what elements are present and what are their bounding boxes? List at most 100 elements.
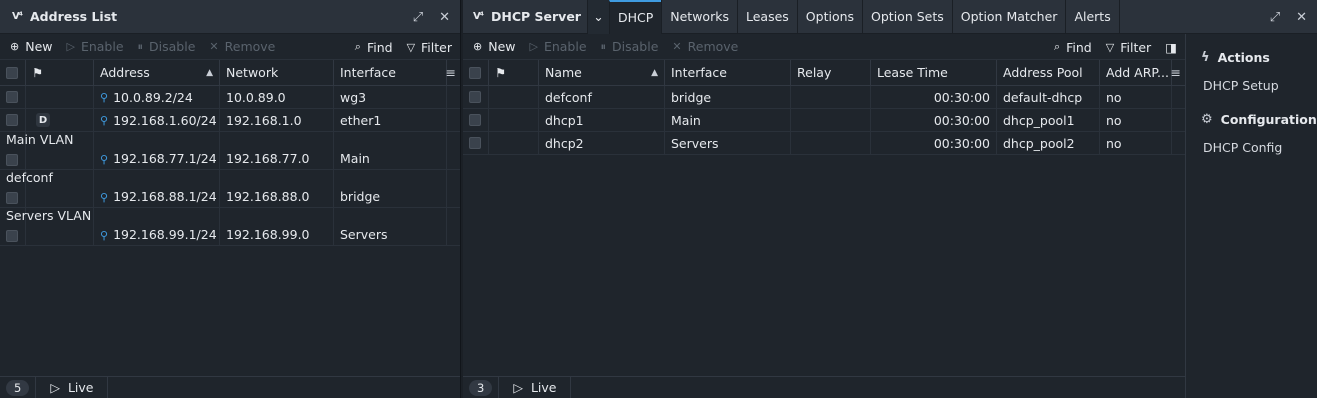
tab-bar: ⌄ DHCP Networks Leases Options Option Se… [586, 0, 1120, 34]
dynamic-flag-badge: D [36, 113, 50, 127]
sidebar-toggle-icon[interactable]: ◨ [1165, 40, 1177, 55]
address-list-toolbar: ⊕ New ▷ Enable ⏸ Disable ✕ Remove ⌕ Find ▽ Fil… [0, 34, 460, 60]
tab-leases[interactable]: Leases [736, 0, 797, 34]
table-header: ⚑ Name ▲ Interface Relay Lease Time Addre… [463, 59, 1185, 86]
dhcp-titlebar: V⁴ DHCP Server ⌄ DHCP Networks Leases Op… [463, 0, 1317, 34]
filter-button[interactable]: ▽ Filter [1106, 40, 1151, 55]
popout-icon[interactable]: ⤢ [1270, 10, 1280, 25]
pause-icon: ⏸ [137, 39, 144, 53]
table-row[interactable]: Servers VLAN ⚲ 192.168.99.1/24 192.168.99… [0, 208, 460, 246]
row-checkbox[interactable] [6, 91, 18, 103]
tab-options[interactable]: Options [796, 0, 862, 34]
window-title: Address List [30, 9, 118, 24]
bolt-icon: ϟ [1201, 49, 1210, 65]
flag-icon: ⚑ [32, 65, 44, 80]
row-checkbox[interactable] [469, 114, 481, 126]
column-lease-time[interactable]: Lease Time [871, 59, 997, 86]
window-title: DHCP Server [491, 9, 581, 24]
network-icon: ⚲ [100, 229, 109, 242]
flag-icon: ⚑ [495, 65, 507, 80]
row-flag [26, 86, 94, 108]
row-count-badge: 3 [469, 379, 493, 396]
column-address[interactable]: Address ▲ [94, 59, 220, 86]
find-button[interactable]: ⌕ Find [355, 40, 393, 55]
play-icon: ▷ [50, 380, 60, 395]
row-checkbox[interactable] [6, 114, 18, 126]
enable-button[interactable]: ▷ Enable [529, 39, 586, 54]
play-icon: ▷ [529, 40, 538, 53]
tab-dhcp[interactable]: DHCP [608, 0, 662, 34]
filter-icon: ▽ [406, 40, 416, 54]
tab-networks[interactable]: Networks [661, 0, 737, 34]
select-all-checkbox[interactable] [463, 59, 489, 86]
tab-alerts[interactable]: Alerts [1065, 0, 1120, 34]
row-group-label: Main VLAN [6, 132, 74, 147]
disable-button[interactable]: ⏸ Disable [138, 39, 196, 54]
remove-button[interactable]: ✕ Remove [672, 39, 738, 54]
tab-option-sets[interactable]: Option Sets [862, 0, 952, 34]
tab-dropdown[interactable]: ⌄ [586, 0, 609, 34]
address-list-titlebar: V⁴ Address List ⤢ ✕ [0, 0, 460, 34]
live-toggle[interactable]: ▷ Live [499, 376, 572, 398]
column-interface[interactable]: Interface [665, 59, 791, 86]
column-address-pool[interactable]: Address Pool [997, 59, 1100, 86]
table-row[interactable]: D ⚲ 192.168.1.60/24 192.168.1.0 ether1 [0, 109, 460, 132]
network-icon: ⚲ [100, 90, 109, 104]
sort-asc-icon: ▲ [206, 67, 213, 78]
table-row[interactable]: dhcp2 Servers 00:30:00 dhcp_pool2 no [463, 132, 1185, 155]
row-checkbox[interactable] [6, 154, 18, 166]
dhcp-setup-link[interactable]: DHCP Setup [1187, 68, 1317, 102]
play-icon: ▷ [513, 380, 523, 395]
dhcp-sidebar: ϟ Actions DHCP Setup ⚙ Configuration DHCP … [1187, 34, 1317, 398]
table-row[interactable]: defconf ⚲ 192.168.88.1/24 192.168.88.0 br… [0, 170, 460, 208]
column-interface[interactable]: Interface [334, 59, 447, 86]
network-icon: ⚲ [100, 113, 109, 127]
table-row[interactable]: Main VLAN ⚲ 192.168.77.1/24 192.168.77.0 … [0, 132, 460, 170]
dhcp-config-link[interactable]: DHCP Config [1187, 130, 1317, 164]
live-toggle[interactable]: ▷ Live [36, 376, 109, 398]
column-add-arp[interactable]: Add ARP... [1100, 59, 1172, 86]
gear-icon: ⚙ [1201, 111, 1213, 127]
flag-column-header[interactable]: ⚑ [26, 59, 94, 86]
dhcp-toolbar: ⊕ New ▷ Enable ⏸ Disable ✕ Remove ⌕ Find ▽ Fil… [463, 34, 1185, 60]
tab-option-matcher[interactable]: Option Matcher [951, 0, 1066, 34]
new-button[interactable]: ⊕ New [473, 39, 515, 54]
close-icon[interactable]: ✕ [1296, 10, 1307, 25]
column-name[interactable]: Name ▲ [539, 59, 665, 86]
dhcp-table: ⚑ Name ▲ Interface Relay Lease Time Addre… [463, 59, 1185, 155]
select-all-checkbox[interactable] [0, 59, 26, 86]
popout-icon[interactable]: ⤢ [413, 10, 423, 25]
play-icon: ▷ [66, 40, 75, 53]
flag-column-header[interactable]: ⚑ [489, 59, 539, 86]
row-group-label: defconf [6, 170, 53, 185]
enable-button[interactable]: ▷ Enable [66, 39, 123, 54]
address-list-footer: 5 ▷ Live [0, 376, 460, 398]
row-count-badge: 5 [6, 379, 30, 396]
table-row[interactable]: dhcp1 Main 00:30:00 dhcp_pool1 no [463, 109, 1185, 132]
column-menu-icon[interactable]: ≡ [446, 65, 456, 80]
table-header: ⚑ Address ▲ Network Interface ≡ [0, 59, 460, 86]
row-checkbox[interactable] [6, 192, 18, 204]
row-checkbox[interactable] [6, 230, 18, 242]
find-button[interactable]: ⌕ Find [1054, 40, 1092, 55]
row-checkbox[interactable] [469, 137, 481, 149]
table-row[interactable]: ⚲ 10.0.89.2/24 10.0.89.0 wg3 [0, 86, 460, 109]
column-relay[interactable]: Relay [791, 59, 871, 86]
close-icon[interactable]: ✕ [439, 10, 450, 25]
column-menu-icon[interactable]: ≡ [1171, 65, 1181, 80]
new-button[interactable]: ⊕ New [10, 39, 52, 54]
row-group-label: Servers VLAN [6, 208, 92, 223]
filter-button[interactable]: ▽ Filter [407, 40, 452, 55]
row-checkbox[interactable] [469, 91, 481, 103]
dhcp-server-window: V⁴ DHCP Server ⌄ DHCP Networks Leases Op… [463, 0, 1317, 398]
network-icon: ⚲ [100, 153, 109, 166]
dhcp-footer: 3 ▷ Live [463, 376, 1185, 398]
chevron-down-icon: ⌄ [593, 9, 604, 24]
remove-button[interactable]: ✕ Remove [209, 39, 275, 54]
disable-button[interactable]: ⏸ Disable [601, 39, 659, 54]
filter-icon: ▽ [1105, 40, 1115, 54]
table-row[interactable]: defconf bridge 00:30:00 default-dhcp no [463, 86, 1185, 109]
search-icon: ⌕ [354, 40, 361, 53]
column-network[interactable]: Network [220, 59, 334, 86]
address-table: ⚑ Address ▲ Network Interface ≡ ⚲ 10.0.89.… [0, 59, 460, 246]
